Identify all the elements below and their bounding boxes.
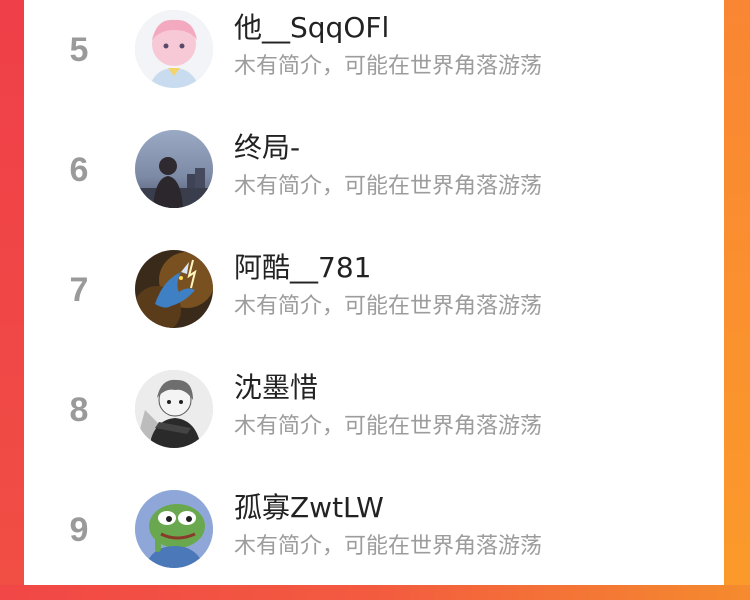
rank-number: 7 [69,270,89,309]
user-name: 终局- [234,131,301,164]
user-bio: 木有简介，可能在世界角落游荡 [234,534,543,559]
user-bio: 木有简介，可能在世界角落游荡 [234,174,543,199]
user-bio: 木有简介，可能在世界角落游荡 [234,54,543,79]
rank-number: 8 [69,390,89,429]
rank-number: 5 [69,30,89,69]
user-name: 他__SqqOFl [234,11,390,44]
rank-number: 6 [69,150,89,189]
manga-boy-avatar[interactable] [135,370,213,448]
left-frame-border [0,0,24,585]
list-item-rank-7[interactable]: 7 阿酷__781 木有简介，可能在世界角落游荡 [24,240,724,360]
right-frame-border [724,0,750,585]
list-item-rank-5[interactable]: 5 他__SqqOFl 木有简介，可能在世界角落游荡 [24,0,724,120]
user-bio: 木有简介，可能在世界角落游荡 [234,414,543,439]
dragon-avatar[interactable] [135,250,213,328]
list-item-rank-6[interactable]: 6 终局- 木有简介，可能在世界角落游荡 [24,120,724,240]
user-name: 沈墨惜 [234,371,319,404]
list-item-rank-8[interactable]: 8 沈墨惜 木有简介，可能在世界角落游荡 [24,360,724,480]
silhouette-dusk-avatar[interactable] [135,130,213,208]
rank-number: 9 [69,510,89,549]
user-name: 阿酷__781 [234,251,372,284]
user-name: 孤寡ZwtLW [234,491,384,524]
user-bio: 木有简介，可能在世界角落游荡 [234,294,543,319]
anime-boy-avatar[interactable] [135,10,213,88]
list-item-rank-9[interactable]: 9 孤寡ZwtLW 木有简介，可能在世界角落游荡 [24,480,724,600]
pepe-frog-avatar[interactable] [135,490,213,568]
ranking-list: 5 他__SqqOFl 木有简介，可能在世界角落游荡 6 终局- 木有简介，可能… [24,0,724,585]
